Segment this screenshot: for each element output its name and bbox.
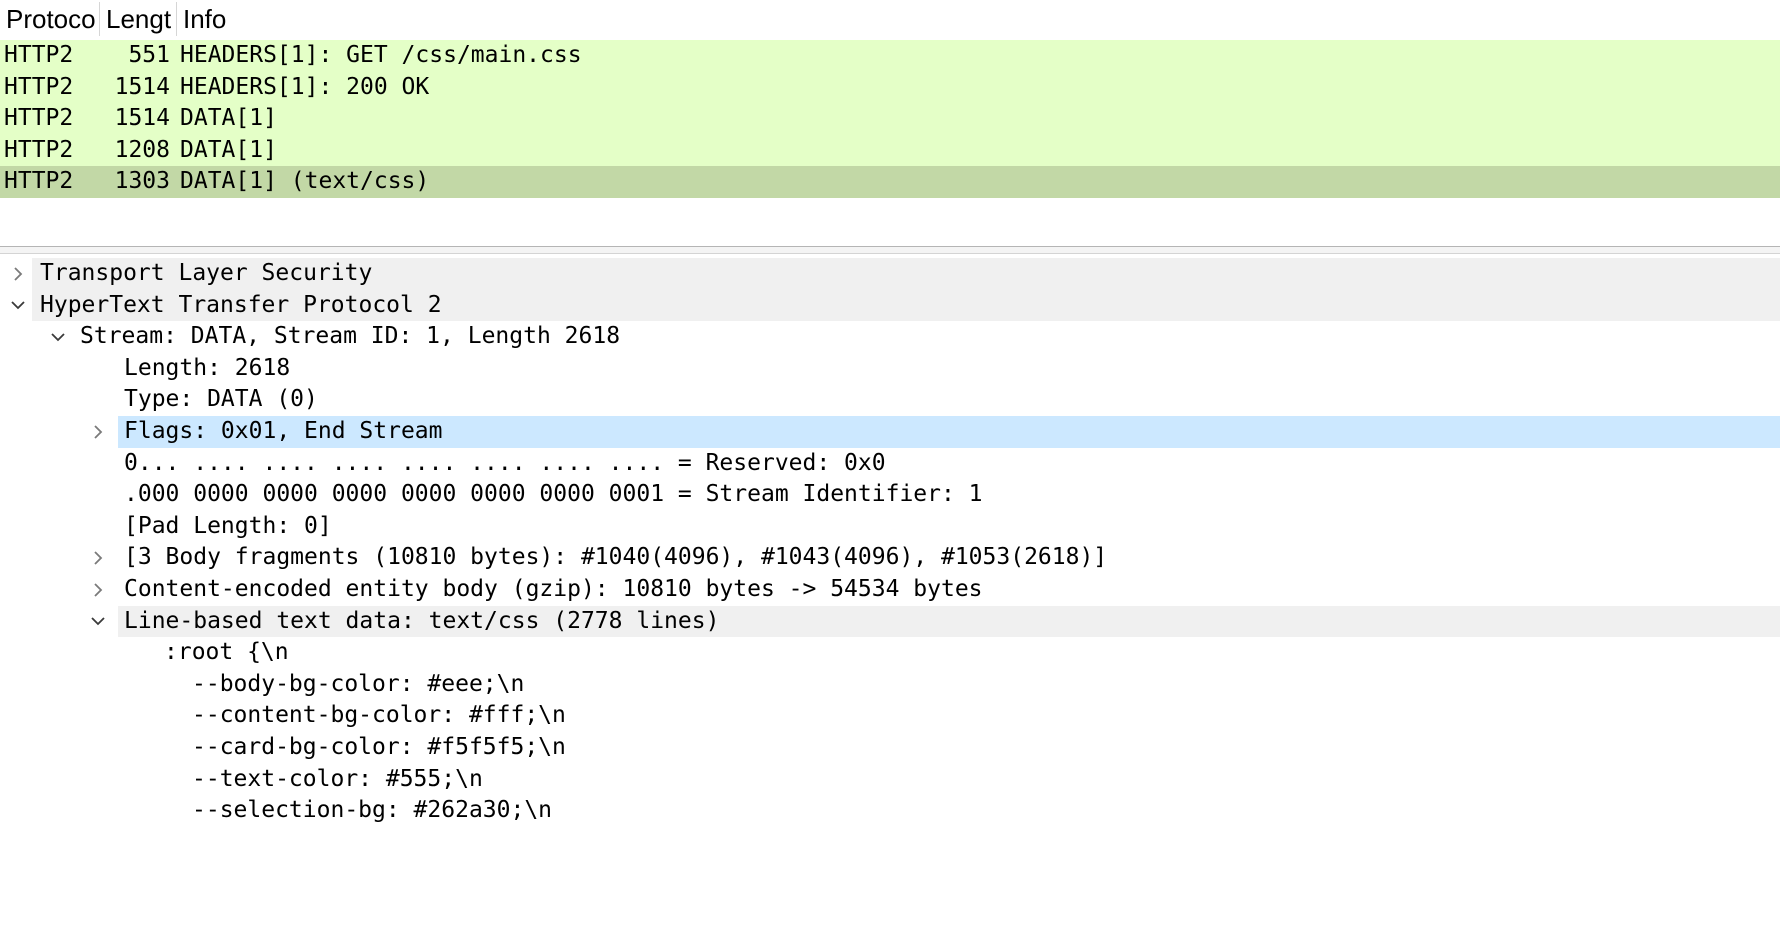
tree-item-css-line[interactable]: --text-color: #555;\n <box>0 764 1780 796</box>
packet-protocol: HTTP2 <box>4 136 74 163</box>
packet-row[interactable]: HTTP2 551 HEADERS[1]: GET /css/main.css <box>0 40 1780 72</box>
chevron-down-icon[interactable] <box>8 290 28 322</box>
packet-info: DATA[1] (text/css) <box>180 168 430 195</box>
chevron-down-icon[interactable] <box>88 606 108 638</box>
packet-list-header: Protoco Lengt Info <box>0 0 1780 38</box>
packet-row[interactable]: HTTP2 1514 HEADERS[1]: 200 OK <box>0 71 1780 104</box>
tree-item-flags-selected[interactable]: Flags: 0x01, End Stream <box>0 415 1780 448</box>
tree-item-label: --selection-bg: #262a30;\n <box>192 797 553 824</box>
chevron-right-icon[interactable] <box>8 258 28 290</box>
tree-item-stream[interactable]: Stream: DATA, Stream ID: 1, Length 2618 <box>0 321 1780 353</box>
tree-item-type[interactable]: Type: DATA (0) <box>0 384 1780 416</box>
chevron-right-icon[interactable] <box>88 574 108 606</box>
tree-item-pad-length[interactable]: [Pad Length: 0] <box>0 511 1780 543</box>
column-header-protocol[interactable]: Protoco <box>0 0 99 38</box>
tree-item-http2[interactable]: HyperText Transfer Protocol 2 <box>0 289 1780 322</box>
packet-protocol: HTTP2 <box>4 105 74 132</box>
packet-protocol: HTTP2 <box>4 168 74 195</box>
tree-item-label: --content-bg-color: #fff;\n <box>192 702 566 729</box>
packet-info: DATA[1] <box>180 105 277 132</box>
tree-item-label: --card-bg-color: #f5f5f5;\n <box>192 733 566 760</box>
tree-item-label: Stream: DATA, Stream ID: 1, Length 2618 <box>80 323 621 350</box>
tree-item-label: Content-encoded entity body (gzip): 1081… <box>124 575 983 602</box>
tree-item-label: :root {\n <box>164 639 289 666</box>
packet-length: 1514 <box>114 73 170 100</box>
tree-item-content-encoded[interactable]: Content-encoded entity body (gzip): 1081… <box>0 574 1780 606</box>
packet-row-selected[interactable]: HTTP2 1303 DATA[1] (text/css) <box>0 166 1780 198</box>
tree-item-css-line[interactable]: :root {\n <box>0 637 1780 669</box>
packet-row[interactable]: HTTP2 1208 DATA[1] <box>0 134 1780 167</box>
tree-item-reserved[interactable]: 0... .... .... .... .... .... .... .... … <box>0 448 1780 480</box>
packet-rows: HTTP2 551 HEADERS[1]: GET /css/main.css … <box>0 40 1780 198</box>
tree-item-stream-identifier[interactable]: .000 0000 0000 0000 0000 0000 0000 0001 … <box>0 479 1780 511</box>
tree-item-body-fragments[interactable]: [3 Body fragments (10810 bytes): #1040(4… <box>0 542 1780 574</box>
packet-row[interactable]: HTTP2 1514 DATA[1] <box>0 103 1780 135</box>
tree-item-label: Flags: 0x01, End Stream <box>124 417 443 444</box>
packet-length: 1303 <box>114 168 170 195</box>
tree-item-label: Line-based text data: text/css (2778 lin… <box>124 607 720 634</box>
pane-splitter[interactable] <box>0 246 1780 254</box>
tree-item-line-based-text[interactable]: Line-based text data: text/css (2778 lin… <box>0 605 1780 638</box>
tree-item-css-line[interactable]: --card-bg-color: #f5f5f5;\n <box>0 732 1780 764</box>
chevron-right-icon[interactable] <box>88 542 108 574</box>
tree-item-label: Type: DATA (0) <box>124 386 318 413</box>
packet-info: HEADERS[1]: 200 OK <box>180 73 430 100</box>
tree-item-length[interactable]: Length: 2618 <box>0 353 1780 385</box>
tree-item-label: Length: 2618 <box>124 354 291 381</box>
column-header-length[interactable]: Lengt <box>100 0 176 38</box>
tree-item-label: .000 0000 0000 0000 0000 0000 0000 0001 … <box>124 481 983 508</box>
column-header-info[interactable]: Info <box>177 0 1780 38</box>
packet-protocol: HTTP2 <box>4 42 74 68</box>
tree-item-css-line[interactable]: --selection-bg: #262a30;\n <box>0 795 1780 827</box>
packet-length: 551 <box>128 42 170 68</box>
chevron-right-icon[interactable] <box>88 416 108 448</box>
tree-item-label: [Pad Length: 0] <box>124 512 332 539</box>
tree-item-css-line[interactable]: --body-bg-color: #eee;\n <box>0 669 1780 701</box>
packet-length: 1208 <box>114 136 170 163</box>
packet-length: 1514 <box>114 105 170 132</box>
tree-item-label: --body-bg-color: #eee;\n <box>192 670 525 697</box>
packet-info: DATA[1] <box>180 136 277 163</box>
packet-list[interactable]: Protoco Lengt Info HTTP2 551 HEADERS[1]:… <box>0 0 1780 246</box>
packet-details-tree[interactable]: Transport Layer Security HyperText Trans… <box>0 258 1780 827</box>
packet-info: HEADERS[1]: GET /css/main.css <box>180 42 582 68</box>
tree-item-label: Transport Layer Security <box>40 260 373 286</box>
tree-item-label: [3 Body fragments (10810 bytes): #1040(4… <box>124 544 1108 571</box>
tree-item-label: --text-color: #555;\n <box>192 765 483 792</box>
packet-protocol: HTTP2 <box>4 73 74 100</box>
tree-item-label: 0... .... .... .... .... .... .... .... … <box>124 449 886 476</box>
tree-item-label: HyperText Transfer Protocol 2 <box>40 291 442 318</box>
chevron-down-icon[interactable] <box>48 321 68 353</box>
tree-item-css-line[interactable]: --content-bg-color: #fff;\n <box>0 700 1780 732</box>
tree-item-tls[interactable]: Transport Layer Security <box>0 258 1780 290</box>
